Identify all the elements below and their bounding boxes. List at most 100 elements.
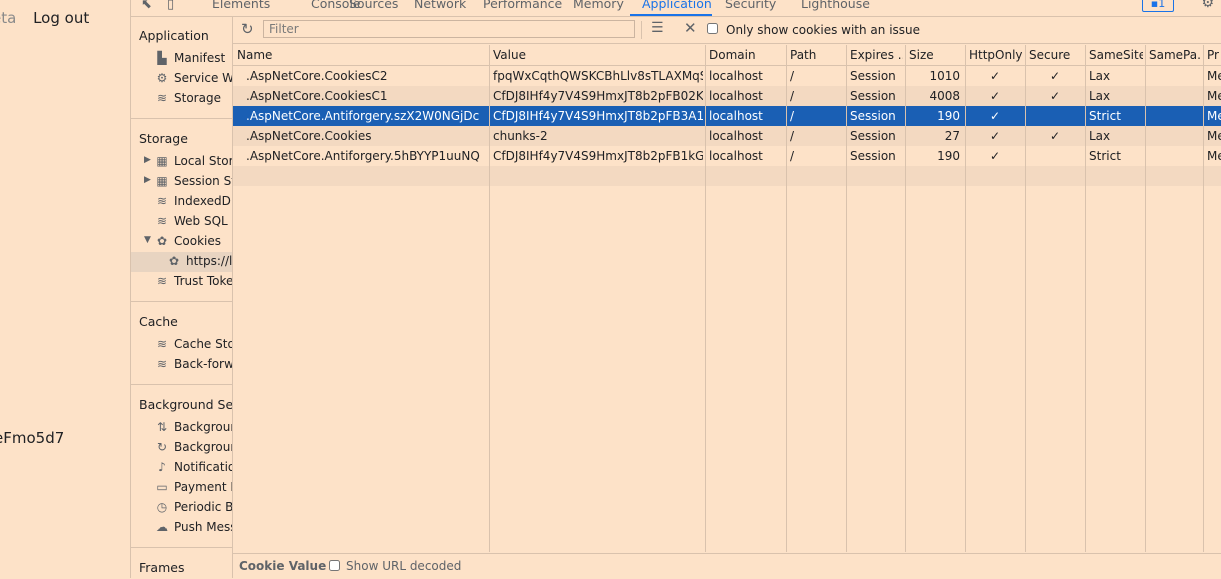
tab-application[interactable]: Application [642,0,712,11]
tab-network[interactable]: Network [414,0,466,11]
expand-arrow-icon[interactable]: ▶ [144,175,151,185]
logout-link[interactable]: Log out [33,9,89,27]
column-divider[interactable] [965,45,966,552]
collapse-arrow-icon[interactable]: ▼ [144,235,151,245]
database-icon: ≋ [156,274,168,288]
sidebar-item-cookie-origin[interactable]: ✿ https://localhost [131,252,232,272]
section-divider [131,118,232,119]
cell-name: .AspNetCore.Antiforgery.5hBYYP1uuNQ [246,149,480,163]
sidebar-item-label: Back-forward Cache [174,357,233,371]
sidebar-item-cache-storage[interactable]: ≋ Cache Storage [131,335,232,355]
cell-domain: localhost [709,89,763,103]
sidebar-item-label: Notifications [174,460,232,474]
cell-priority: Me [1207,129,1221,143]
sidebar-item-back-forward-cache[interactable]: ≋ Back-forward Cache [131,355,232,375]
arrows-icon: ⇅ [156,420,168,434]
cookie-value-panel: Cookie Value Show URL decoded [233,553,1221,579]
header-sameparty[interactable]: SamePa... [1149,48,1201,62]
issues-badge[interactable]: ▪1 [1142,0,1174,12]
cell-httponly: ✓ [989,129,1001,143]
header-domain[interactable]: Domain [709,48,784,62]
header-priority[interactable]: Pr [1207,48,1221,62]
column-divider[interactable] [705,45,706,552]
sidebar-item-payment-handler[interactable]: ▭ Payment Handler [131,478,232,498]
sidebar-item-manifest[interactable]: ▙ Manifest [131,49,232,69]
column-divider[interactable] [905,45,906,552]
sidebar-item-notifications[interactable]: ♪ Notifications [131,458,232,478]
cell-size: 190 [937,109,960,123]
refresh-icon[interactable]: ↻ [241,20,254,38]
file-icon: ▙ [157,51,167,65]
device-toolbar-icon[interactable]: ▯ [167,0,183,13]
tab-memory[interactable]: Memory [573,0,624,11]
sidebar-section-storage: Storage [139,131,188,146]
active-tab-indicator [630,14,712,16]
database-icon: ≋ [156,357,168,371]
header-samesite[interactable]: SameSite [1089,48,1143,62]
cell-secure: ✓ [1049,89,1061,103]
table-row[interactable]: .AspNetCore.Cookies chunks-2 localhost / Ses… [233,126,1221,146]
sidebar-item-session-storage[interactable]: ▶ ▦ Session Storage [131,172,232,192]
close-icon[interactable]: ✕ [684,19,697,37]
tab-sources[interactable]: Sources [349,0,398,11]
column-divider[interactable] [1203,45,1204,552]
clear-filtered-cookies-icon[interactable]: ☰ [651,20,664,36]
show-url-decoded-label: Show URL decoded [346,559,462,573]
header-httponly[interactable]: HttpOnly [969,48,1023,62]
column-divider[interactable] [846,45,847,552]
expand-arrow-icon[interactable]: ▶ [144,155,151,165]
cell-path: / [790,89,795,103]
settings-gear-icon[interactable]: ⚙ [1201,0,1214,11]
sidebar-item-label: IndexedDB [174,194,233,208]
sidebar-item-push-messaging[interactable]: ☁ Push Messaging [131,518,232,538]
section-divider [131,301,232,302]
grid-icon: ▦ [156,154,168,168]
cell-value: CfDJ8IHf4y7V4S9HmxJT8b2pFB3A1U... [493,109,703,123]
sidebar-item-periodic-background-sync[interactable]: ◷ Periodic Background Sync [131,498,232,518]
sidebar-item-cookies[interactable]: ▼ ✿ Cookies [131,232,232,252]
column-divider[interactable] [489,45,490,552]
header-size[interactable]: Size [909,48,963,62]
bell-icon: ♪ [158,460,166,474]
header-name[interactable]: Name [237,48,487,62]
sidebar-item-indexeddb[interactable]: ≋ IndexedDB [131,192,232,212]
page-token-text: eFmo5d7 [0,429,65,447]
cell-priority: Me [1207,109,1221,123]
sidebar-item-background-fetch[interactable]: ⇅ Background Fetch [131,418,232,438]
tab-elements[interactable]: Elements [212,0,270,11]
cell-httponly: ✓ [989,69,1001,83]
page-nav-link[interactable]: eta [0,9,16,27]
sidebar-item-background-sync[interactable]: ↻ Background Sync [131,438,232,458]
tab-performance[interactable]: Performance [483,0,562,11]
table-row[interactable]: .AspNetCore.Antiforgery.szX2W0NGjDc CfDJ8… [233,106,1221,126]
sidebar-item-storage[interactable]: ≋ Storage [131,89,232,109]
filter-input[interactable] [263,20,635,38]
tab-lighthouse[interactable]: Lighthouse [801,0,870,11]
sidebar-item-label: Service Workers [174,71,233,85]
sidebar-item-web-sql[interactable]: ≋ Web SQL [131,212,232,232]
header-secure[interactable]: Secure [1029,48,1083,62]
inspect-element-icon[interactable]: ⬉ [141,0,157,13]
section-divider [131,384,232,385]
section-divider [131,547,232,548]
header-value[interactable]: Value [493,48,703,62]
header-path[interactable]: Path [790,48,844,62]
only-issues-checkbox[interactable] [707,23,718,34]
sidebar-section-application: Application [139,28,209,43]
table-row[interactable]: .AspNetCore.Antiforgery.5hBYYP1uuNQ CfDJ8… [233,146,1221,166]
show-url-decoded-checkbox[interactable] [329,560,340,571]
sidebar-item-local-storage[interactable]: ▶ ▦ Local Storage [131,152,232,172]
table-row[interactable]: .AspNetCore.CookiesC2 fpqWxCqthQWSKCBhLlv… [233,66,1221,86]
column-divider[interactable] [1025,45,1026,552]
sidebar-item-service-workers[interactable]: ⚙ Service Workers [131,69,232,89]
header-expires[interactable]: Expires ... [850,48,903,62]
devtools-panel: ⬉ ▯ Elements Console Sources Network Per… [130,0,1221,578]
column-divider[interactable] [1145,45,1146,552]
column-divider[interactable] [1085,45,1086,552]
table-row[interactable]: .AspNetCore.CookiesC1 CfDJ8IHf4y7V4S9HmxJ… [233,86,1221,106]
column-divider[interactable] [786,45,787,552]
cell-httponly: ✓ [989,109,1001,123]
cell-value: fpqWxCqthQWSKCBhLlv8sTLAXMqSJ... [493,69,703,83]
sidebar-item-trust-tokens[interactable]: ≋ Trust Tokens [131,272,232,292]
tab-security[interactable]: Security [725,0,776,11]
